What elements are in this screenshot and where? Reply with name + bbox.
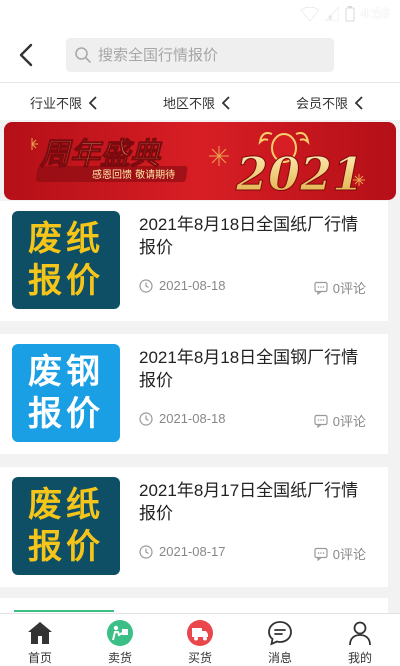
- status-time: 4:59: [360, 5, 390, 22]
- search-box[interactable]: [66, 38, 334, 72]
- article-date: 2021-08-18: [139, 278, 226, 293]
- search-input[interactable]: [98, 46, 318, 64]
- tab-label: 买货: [187, 651, 212, 665]
- thumbnail-line1: 废纸: [28, 485, 104, 525]
- article-date: 2021-08-17: [139, 544, 226, 559]
- chevron-left-icon: [88, 95, 97, 110]
- buy-icon: [186, 619, 214, 647]
- article-title[interactable]: 2021年8月18日全国钢厂行情报价: [139, 346, 374, 392]
- back-arrow-icon: [19, 43, 33, 67]
- comment-text: 0评论: [332, 414, 366, 429]
- sell-icon: [106, 619, 134, 647]
- article-card[interactable]: 废钢 报价 2021年8月18日全国钢厂行情报价 2021-08-18 0评论: [0, 334, 388, 454]
- bottom-tab-bar: 首页 卖货 买货 消息 我的: [0, 613, 400, 666]
- status-icons: x 4:59: [300, 5, 390, 22]
- article-card[interactable]: 废纸 报价 2021年8月17日全国纸厂行情报价 2021-08-17 0评论: [0, 467, 388, 587]
- filter-bar: 行业不限 地区不限 会员不限: [0, 82, 400, 120]
- thumbnail-line1: 废纸: [28, 219, 104, 259]
- chevron-left-icon: [221, 95, 230, 110]
- tab-messages[interactable]: 消息: [240, 614, 320, 666]
- article-title[interactable]: 2021年8月17日全国纸厂行情报价: [139, 479, 374, 525]
- tab-profile[interactable]: 我的: [320, 614, 400, 666]
- thumbnail-line1: 废钢: [28, 352, 104, 392]
- search-icon: [75, 47, 91, 63]
- wifi-icon: [300, 6, 319, 21]
- tab-label: 卖货: [107, 651, 132, 665]
- tab-buy[interactable]: 买货: [160, 614, 240, 666]
- thumbnail-line2: 报价: [28, 261, 104, 301]
- filter-region[interactable]: 地区不限: [163, 93, 231, 112]
- date-text: 2021-08-18: [159, 278, 226, 293]
- comment-count[interactable]: 0评论: [314, 544, 366, 563]
- profile-icon: [346, 619, 374, 647]
- tab-home[interactable]: 首页: [0, 614, 80, 666]
- chevron-left-icon: [354, 95, 363, 110]
- comment-text: 0评论: [332, 281, 366, 296]
- article-thumbnail: 废纸 报价: [12, 211, 120, 309]
- tab-label: 我的: [347, 651, 372, 665]
- comment-icon: [314, 281, 328, 295]
- clock-icon: [139, 544, 153, 559]
- thumbnail-line2: 报价: [28, 527, 104, 567]
- article-thumbnail: 废纸 报价: [12, 477, 120, 575]
- banner-subtitle: 感恩回馈 敬请期待: [92, 168, 175, 181]
- svg-text:x: x: [328, 13, 333, 21]
- clock-icon: [139, 411, 153, 426]
- filter-industry[interactable]: 行业不限: [30, 93, 98, 112]
- comment-text: 0评论: [332, 547, 366, 562]
- divider: [14, 610, 114, 612]
- comment-count[interactable]: 0评论: [314, 278, 366, 297]
- date-text: 2021-08-17: [159, 544, 226, 559]
- article-date: 2021-08-18: [139, 411, 226, 426]
- promo-banner[interactable]: 周年盛典 感恩回馈 敬请期待 2021: [4, 122, 396, 200]
- article-thumbnail: 废钢 报价: [12, 344, 120, 442]
- comment-count[interactable]: 0评论: [314, 411, 366, 430]
- filter-member[interactable]: 会员不限: [296, 93, 364, 112]
- clock-icon: [139, 278, 153, 293]
- article-card[interactable]: 废纸 报价 2021年8月18日全国纸厂行情报价 2021-08-18 0评论: [0, 201, 388, 321]
- status-bar: x 4:59: [0, 0, 400, 28]
- thumbnail-line2: 报价: [28, 394, 104, 434]
- tab-sell[interactable]: 卖货: [80, 614, 160, 666]
- date-text: 2021-08-18: [159, 411, 226, 426]
- banner-title: 周年盛典: [39, 137, 163, 172]
- tab-label: 消息: [267, 651, 292, 665]
- back-button[interactable]: [14, 42, 40, 68]
- comment-icon: [314, 414, 328, 428]
- tab-label: 首页: [27, 651, 52, 665]
- comment-icon: [314, 547, 328, 561]
- filter-label: 会员不限: [296, 96, 349, 111]
- home-icon: [26, 619, 54, 647]
- article-title[interactable]: 2021年8月18日全国纸厂行情报价: [139, 213, 374, 259]
- banner-year: 2021: [235, 147, 364, 200]
- filter-label: 行业不限: [30, 96, 83, 111]
- message-icon: [266, 619, 294, 647]
- top-bar: [0, 28, 400, 82]
- signal-icon: x: [324, 6, 339, 21]
- filter-label: 地区不限: [163, 96, 216, 111]
- battery-icon: [345, 5, 355, 21]
- banner-graphic: 周年盛典 感恩回馈 敬请期待 2021: [4, 122, 396, 200]
